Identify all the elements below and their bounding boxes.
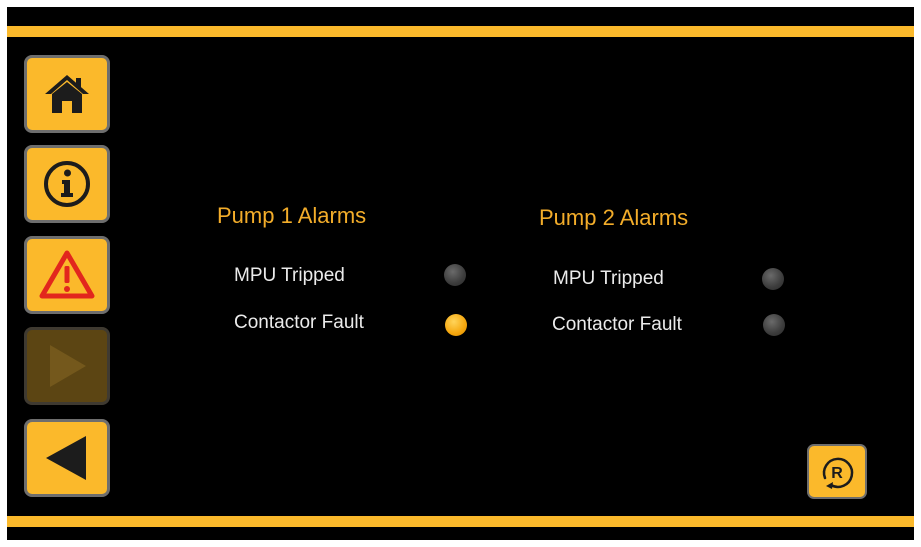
reset-glyph: R	[831, 465, 843, 482]
next-button[interactable]	[24, 327, 110, 405]
reset-button[interactable]: R	[807, 444, 867, 499]
play-icon	[50, 345, 86, 387]
info-button[interactable]	[24, 145, 110, 223]
home-icon	[45, 75, 89, 113]
pump1-title: Pump 1 Alarms	[217, 203, 367, 228]
bottom-accent-bar	[7, 516, 914, 527]
top-accent-bar	[7, 26, 914, 37]
pump2-contactor-fault-indicator	[763, 314, 785, 336]
pump1-mpu-tripped-indicator	[444, 264, 466, 286]
warning-icon	[39, 250, 95, 299]
pump1-mpu-tripped-label: MPU Tripped	[234, 265, 345, 286]
pump2-contactor-fault-label: Contactor Fault	[552, 314, 682, 335]
pump2-mpu-tripped-indicator	[762, 268, 784, 290]
home-button[interactable]	[24, 55, 110, 133]
pump1-contactor-fault-label: Contactor Fault	[234, 312, 364, 333]
alarms-button[interactable]	[24, 236, 110, 314]
pump2-title: Pump 2 Alarms	[539, 205, 689, 230]
hmi-screen: Pump 1 Alarms MPU Tripped Contactor Faul…	[7, 7, 914, 540]
info-icon	[44, 161, 90, 207]
pump1-contactor-fault-indicator	[445, 314, 467, 336]
back-arrow-icon	[46, 436, 86, 480]
pump2-mpu-tripped-label: MPU Tripped	[553, 268, 664, 289]
reset-icon: R	[822, 457, 854, 489]
back-button[interactable]	[24, 419, 110, 497]
